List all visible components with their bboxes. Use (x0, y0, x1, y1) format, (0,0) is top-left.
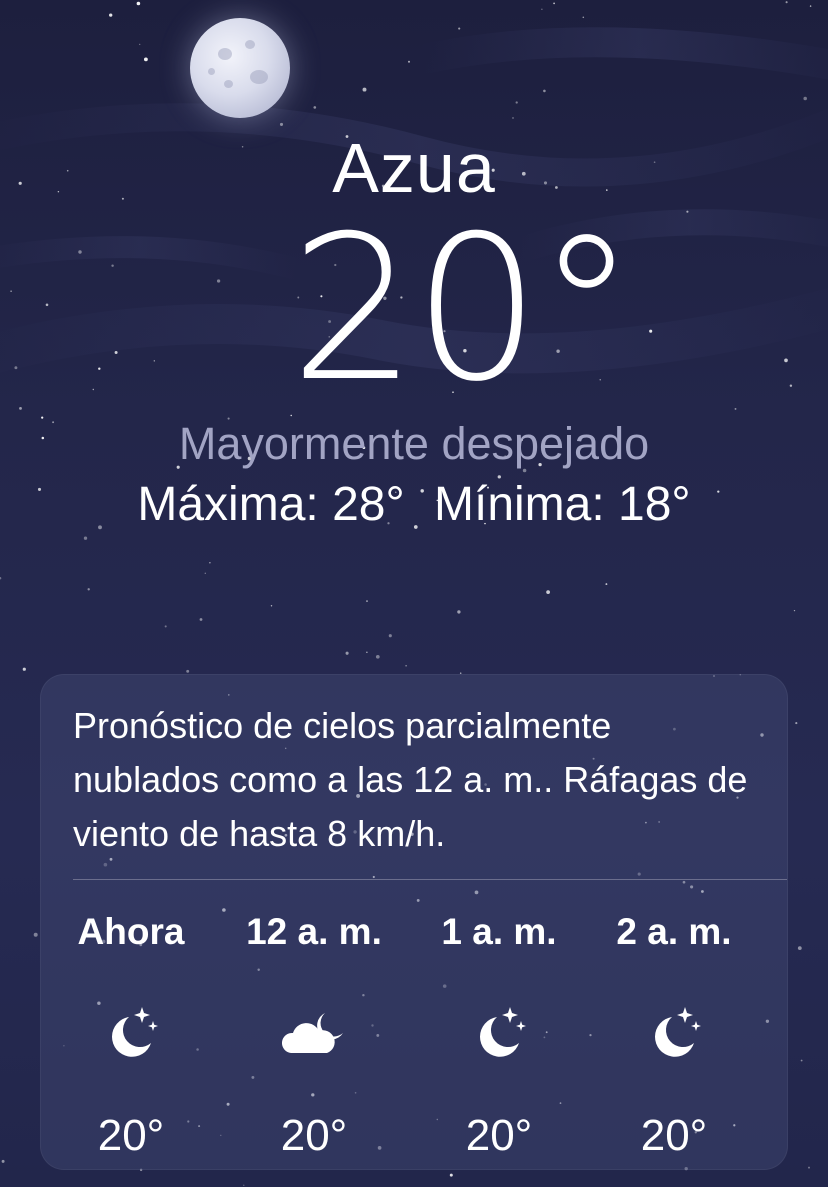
star (800, 1059, 803, 1062)
star (366, 600, 368, 602)
star (14, 366, 18, 370)
star (345, 651, 349, 655)
star (87, 588, 90, 591)
hour-label: 12 a. m. (246, 911, 382, 952)
card-divider (73, 879, 787, 880)
star (408, 60, 410, 63)
star (19, 406, 22, 410)
star (375, 654, 380, 659)
hourly-forecast-card[interactable]: Pronóstico de cielos parcialmente nublad… (40, 674, 788, 1170)
star (405, 664, 407, 667)
star (797, 946, 802, 950)
star (546, 590, 550, 594)
star (1, 1159, 5, 1163)
star (136, 1, 141, 6)
star (515, 101, 518, 104)
star (808, 1166, 810, 1169)
hour-temp: 20° (640, 1111, 708, 1160)
star (279, 122, 284, 126)
hourly-item: Ahora 20° (41, 907, 221, 1163)
hourly-item: 12 a. m. 20° (224, 907, 404, 1163)
star (686, 210, 689, 213)
star (22, 667, 26, 671)
cloud-moon-icon (224, 1001, 404, 1065)
star (795, 722, 798, 725)
star (366, 651, 368, 653)
moon-stars-icon (409, 1001, 589, 1065)
hour-label: 2 a. m. (616, 911, 732, 952)
star (109, 13, 113, 17)
star (164, 625, 167, 628)
current-temperature: 20° (290, 193, 636, 426)
star (649, 329, 653, 333)
star (153, 360, 155, 362)
low-temp: Mínima: 18° (434, 478, 691, 531)
star (449, 1173, 453, 1177)
hourly-item: 1 a. m. 20° (409, 907, 589, 1163)
star (33, 932, 38, 937)
star (512, 117, 514, 119)
star (186, 669, 190, 673)
star (78, 250, 82, 254)
forecast-summary: Pronóstico de cielos parcialmente nublad… (73, 705, 748, 854)
hour-label: 1 a. m. (441, 911, 557, 952)
star (605, 583, 608, 586)
star (204, 572, 206, 574)
star (114, 351, 118, 354)
hour-temp: 20° (280, 1111, 348, 1160)
star (582, 16, 585, 19)
star (543, 89, 546, 93)
moon-image (190, 18, 290, 118)
star (784, 358, 788, 363)
star (734, 407, 737, 410)
moon-stars-icon (41, 1001, 221, 1065)
hour-temp: 20° (97, 1111, 165, 1160)
star (362, 87, 367, 92)
star (216, 279, 221, 283)
star (209, 562, 211, 564)
star (457, 610, 461, 614)
star (809, 5, 812, 7)
star (789, 384, 793, 387)
star (313, 106, 317, 109)
star (0, 577, 2, 580)
star (45, 303, 49, 307)
hourly-item: 2 a. m. 20° (584, 907, 764, 1163)
star (458, 27, 461, 30)
star (388, 634, 392, 638)
star (541, 8, 543, 10)
star (83, 536, 88, 540)
high-temp: Máxima: 28° (137, 478, 405, 531)
star (243, 1184, 245, 1186)
star (803, 96, 807, 101)
star (111, 264, 114, 267)
star (98, 367, 101, 370)
star (785, 1, 788, 4)
star (553, 2, 555, 5)
star (199, 618, 203, 621)
star (793, 609, 796, 612)
star (10, 290, 12, 292)
hour-label: Ahora (77, 911, 185, 952)
hour-temp: 20° (465, 1111, 533, 1160)
star (138, 43, 141, 46)
moon-stars-icon (584, 1001, 764, 1065)
star (270, 605, 273, 607)
star (92, 388, 95, 391)
high-low-temps: Máxima: 28° Mínima: 18° (0, 477, 828, 532)
condition-text: Mayormente despejado (178, 418, 650, 469)
star (143, 57, 148, 62)
